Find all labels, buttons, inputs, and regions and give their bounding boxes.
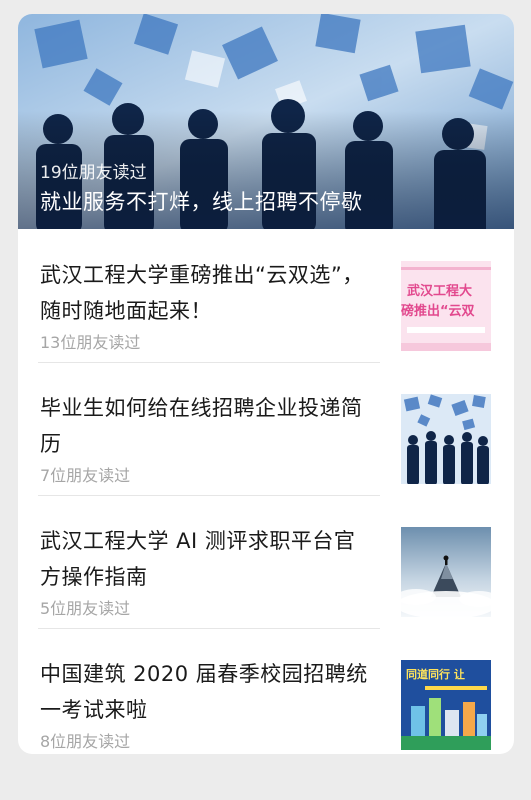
article-list: 武汉工程大学重磅推出“云双选”，随时随地面起来！ 13位朋友读过 武汉工程大 磅… (18, 229, 514, 754)
article-read-count: 8位朋友读过 (40, 732, 131, 751)
article-title: 毕业生如何给在线招聘企业投递简历 (40, 396, 363, 456)
article-read-count: 7位朋友读过 (40, 466, 131, 485)
thumb-line1: 武汉工程大 (407, 283, 472, 299)
list-item[interactable]: 中国建筑 2020 届春季校园招聘统一考试来啦 8位朋友读过 同道同行 让 (18, 628, 514, 754)
article-thumbnail: 同道同行 让 (401, 660, 491, 750)
article-read-count: 5位朋友读过 (40, 599, 131, 618)
hero-title: 就业服务不打烊，线上招聘不停歇 (40, 190, 363, 214)
list-item[interactable]: 武汉工程大学重磅推出“云双选”，随时随地面起来！ 13位朋友读过 武汉工程大 磅… (18, 229, 514, 362)
article-title: 中国建筑 2020 届春季校园招聘统一考试来啦 (40, 662, 368, 722)
list-item[interactable]: 毕业生如何给在线招聘企业投递简历 7位朋友读过 (18, 362, 514, 495)
list-item[interactable]: 武汉工程大学 AI 测评求职平台官方操作指南 5位朋友读过 (18, 495, 514, 628)
hero-read-count: 19位朋友读过 (40, 163, 147, 183)
article-list-card: 19位朋友读过 就业服务不打烊，线上招聘不停歇 武汉工程大学重磅推出“云双选”，… (18, 14, 514, 754)
article-thumbnail (401, 394, 491, 484)
bottom-area (0, 780, 531, 800)
thumb-line2: 磅推出“云双 (401, 303, 475, 319)
article-title: 武汉工程大学 AI 测评求职平台官方操作指南 (40, 529, 356, 589)
article-title: 武汉工程大学重磅推出“云双选”，随时随地面起来！ (40, 263, 364, 323)
article-thumbnail (401, 527, 491, 617)
article-thumbnail: 武汉工程大 磅推出“云双 (401, 261, 491, 351)
article-read-count: 13位朋友读过 (40, 333, 141, 352)
thumb-line1: 同道同行 让 (406, 667, 465, 681)
hero-article[interactable]: 19位朋友读过 就业服务不打烊，线上招聘不停歇 (18, 14, 514, 229)
